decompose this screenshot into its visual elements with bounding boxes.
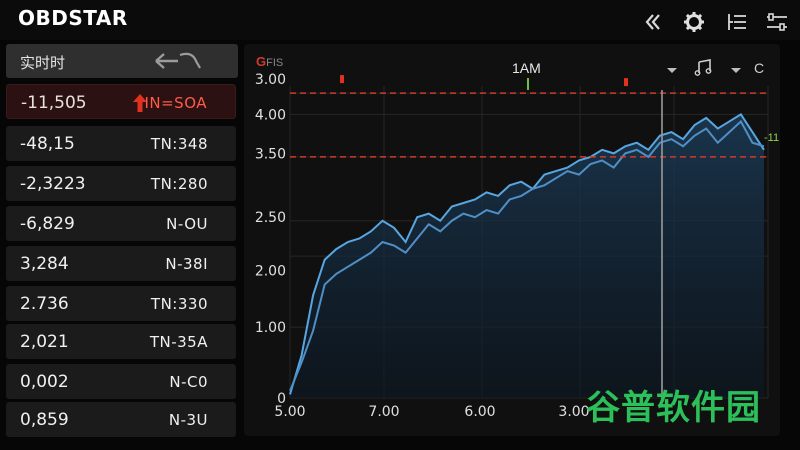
item-id: N-38I	[165, 255, 208, 273]
gear-icon[interactable]	[681, 10, 707, 34]
x-tick-label: 6.00	[464, 404, 495, 420]
sliders-icon[interactable]	[764, 10, 790, 34]
item-id: TN-35A	[149, 333, 208, 351]
y-tick-label: 3.00	[255, 72, 286, 88]
item-value: 2.736	[20, 294, 69, 314]
list-item[interactable]: 0,859 N-3U	[6, 402, 236, 437]
list-item[interactable]: -48,15 TN:348	[6, 126, 236, 161]
x-tick-label: 7.00	[368, 404, 399, 420]
list-item[interactable]: -2,3223 TN:280	[6, 166, 236, 201]
item-id: N-3U	[168, 411, 208, 429]
list-item[interactable]: 2,021 TN-35A	[6, 324, 236, 359]
x-tick-label: 5.00	[274, 404, 305, 420]
red-marker	[340, 75, 344, 84]
list-item[interactable]: -11,505 IN=SOA	[6, 84, 236, 119]
item-value: -11,505	[21, 93, 87, 113]
list-header: 实时时	[6, 44, 238, 78]
y-tick-label: 4.00	[255, 107, 286, 123]
list-item[interactable]: 0,002 N-C0	[6, 364, 236, 399]
y-tick-label: 2.00	[255, 263, 286, 279]
item-value: -2,3223	[20, 174, 86, 194]
red-marker	[624, 78, 628, 87]
list-settings-icon[interactable]	[724, 10, 750, 34]
list-item[interactable]: 3,284 N-38I	[6, 246, 236, 281]
app-logo: OBDSTAR	[18, 6, 128, 30]
chart-panel: GFIS 1AM C 3.00 4.00 3.50 2.50 2.00 1.00 0 5.0…	[244, 44, 780, 436]
return-arrow-icon[interactable]	[152, 49, 212, 73]
item-id: TN:330	[150, 295, 208, 313]
back-chevrons-icon[interactable]	[640, 10, 666, 34]
list-title: 实时时	[20, 54, 66, 72]
series-end-label: -11	[764, 132, 780, 144]
item-value: -6,829	[20, 214, 75, 234]
y-tick-label: 2.50	[255, 210, 286, 226]
line-chart: 3.004.003.502.502.001.000 5.00 7.00 6.00 3.…	[255, 72, 769, 420]
item-id: N-C0	[169, 373, 208, 391]
y-tick-label: 1.00	[255, 320, 286, 336]
y-tick-label: 3.50	[255, 146, 286, 162]
list-item[interactable]: 2.736 TN:330	[6, 286, 236, 321]
x-tick-label: 3.00	[558, 404, 589, 420]
item-value: 2,021	[20, 332, 69, 352]
item-id: TN:348	[150, 135, 208, 153]
item-value: 0,002	[20, 372, 69, 392]
top-bar: OBDSTAR	[0, 0, 800, 40]
item-id: N-OU	[166, 215, 208, 233]
item-value: -48,15	[20, 134, 75, 154]
item-id: TN:280	[150, 175, 208, 193]
item-value: 3,284	[20, 254, 69, 274]
item-id: IN=SOA	[144, 94, 207, 112]
watermark-logo: 谷普软件园	[586, 388, 761, 428]
list-item[interactable]: -6,829 N-OU	[6, 206, 236, 241]
item-value: 0,859	[20, 410, 69, 430]
